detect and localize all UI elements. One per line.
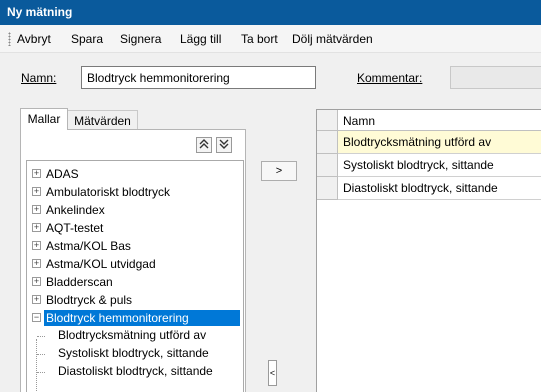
expand-icon[interactable]: + [32, 205, 41, 214]
column-header-name[interactable]: Namn [338, 110, 541, 131]
table-row[interactable]: Systoliskt blodtryck, sittande [317, 154, 541, 177]
sign-button[interactable]: Signera [120, 32, 161, 46]
table-cell[interactable]: Diastoliskt blodtryck, sittande [338, 177, 541, 200]
save-button[interactable]: Spara [71, 32, 103, 46]
row-header[interactable] [317, 177, 338, 200]
remove-button[interactable]: Ta bort [241, 32, 278, 46]
hide-values-button[interactable]: Dölj mätvärden [292, 32, 373, 46]
move-down-button[interactable] [216, 137, 232, 153]
tree-child-item[interactable]: Systoliskt blodtryck, sittande [58, 346, 209, 364]
tab-templates[interactable]: Mallar [20, 108, 68, 130]
expand-icon[interactable]: + [32, 169, 41, 178]
chevron-double-up-icon [199, 139, 209, 149]
comment-label-text: Kommentar: [357, 71, 423, 85]
name-input[interactable]: Blodtryck hemmonitorering [81, 66, 316, 89]
tree-node-label: Blodtryck & puls [46, 293, 133, 307]
tree-node-label: Ambulatoriskt blodtryck [46, 185, 171, 199]
expand-icon[interactable]: + [32, 241, 41, 250]
tree-node-label: Ankelindex [46, 203, 105, 217]
expand-icon[interactable]: + [32, 223, 41, 232]
table-row[interactable]: Diastoliskt blodtryck, sittande [317, 177, 541, 200]
tree-child-item[interactable]: Diastoliskt blodtryck, sittande [58, 364, 213, 382]
chevron-double-down-icon [219, 139, 229, 149]
tree-node-label: Astma/KOL Bas [46, 239, 131, 253]
expand-icon[interactable]: + [32, 295, 41, 304]
name-label-text: Namn: [21, 71, 57, 85]
comment-input[interactable] [450, 66, 541, 89]
tree-child-item[interactable]: Blodtrycksmätning utförd av [58, 328, 206, 346]
collapse-icon[interactable]: − [32, 313, 41, 322]
template-tree: + ADAS + Ambulatoriskt blodtryck + Ankelind… [26, 160, 244, 392]
cancel-button[interactable]: Avbryt [17, 32, 51, 46]
tree-node-label: Bladderscan [46, 275, 113, 289]
add-button[interactable]: Lägg till [180, 32, 221, 46]
collapse-panel-button[interactable]: < [268, 360, 277, 386]
table-cell[interactable]: Blodtrycksmätning utförd av [338, 131, 541, 154]
move-right-button[interactable]: > [261, 161, 297, 181]
tree-connector [36, 339, 37, 392]
tree-node-label: Astma/KOL utvidgad [46, 257, 156, 271]
window-title: Ny mätning [0, 0, 541, 25]
table-cell[interactable]: Systoliskt blodtryck, sittande [338, 154, 541, 177]
toolbar-grip [8, 32, 11, 46]
expand-icon[interactable]: + [32, 259, 41, 268]
row-header[interactable] [317, 131, 338, 154]
tree-node-label: AQT-testet [46, 221, 104, 235]
tree-node-label: Blodtryck hemmonitorering [44, 310, 240, 326]
tree-node-label: ADAS [46, 167, 79, 181]
row-header[interactable] [317, 154, 338, 177]
move-up-button[interactable] [196, 137, 212, 153]
measurements-grid: Namn Blodtrycksmätning utförd av Systoli… [316, 109, 541, 392]
tree-connector [37, 336, 45, 337]
name-label: Namn: [21, 71, 56, 85]
tree-connector [37, 354, 45, 355]
table-row[interactable]: Blodtrycksmätning utförd av [317, 131, 541, 154]
expand-icon[interactable]: + [32, 277, 41, 286]
comment-label: Kommentar: [357, 71, 422, 85]
toolbar: Avbryt Spara Signera Lägg till Ta bort D… [0, 25, 541, 53]
expand-icon[interactable]: + [32, 187, 41, 196]
tab-values[interactable]: Mätvärden [68, 110, 138, 131]
grid-corner [317, 110, 338, 131]
tree-connector [37, 372, 45, 373]
